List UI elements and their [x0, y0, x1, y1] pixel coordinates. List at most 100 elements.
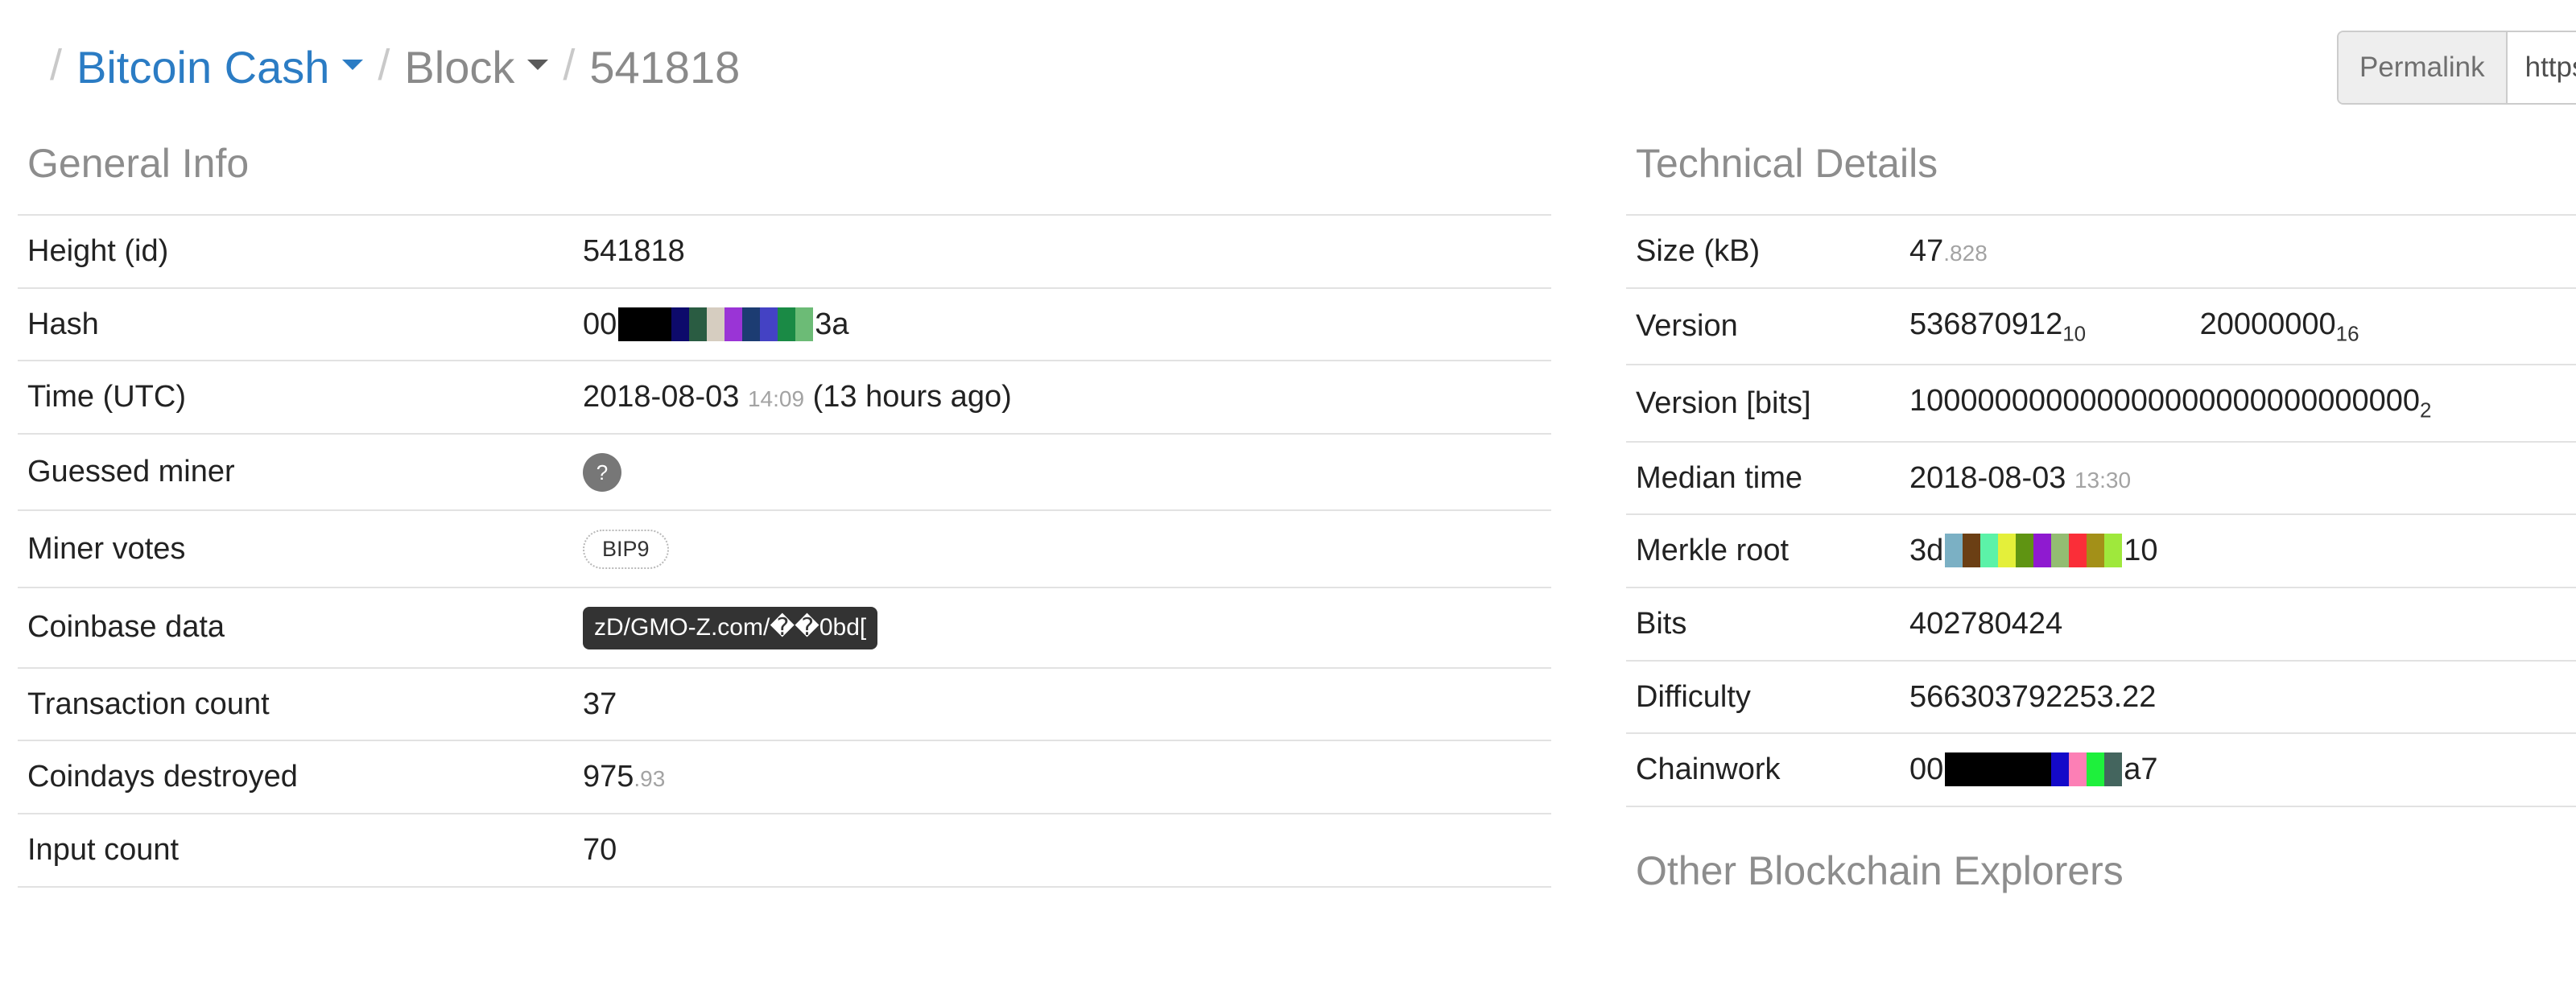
- unknown-miner-badge[interactable]: ?: [583, 453, 621, 492]
- row-label: Chainwork: [1626, 733, 1900, 806]
- row-value-median-time: 2018-08-03 13:30: [1900, 442, 2576, 515]
- merkle-suffix: 10: [2124, 535, 2157, 566]
- chainwork-suffix: a7: [2124, 754, 2157, 785]
- row-value-miner-votes: BIP9: [573, 510, 1551, 588]
- general-info-section: General Info Height (id) 541818 Hash 00 …: [18, 143, 1551, 888]
- table-row: Coindays destroyed 975.93: [18, 740, 1551, 814]
- permalink-button[interactable]: Permalink: [2339, 32, 2508, 103]
- chainwork-visual-strip: [1945, 752, 2122, 786]
- table-row: Height (id) 541818: [18, 215, 1551, 288]
- technical-details-section: Technical Details Size (kB) 47.828 Versi…: [1626, 143, 2576, 921]
- row-value-coindays-destroyed: 975.93: [573, 740, 1551, 814]
- merkle-visual-strip: [1945, 534, 2122, 567]
- breadcrumb-item-bitcoin-cash[interactable]: Bitcoin Cash: [76, 45, 363, 90]
- block-explorer-page: / Bitcoin Cash / Block / 541818 Permalin…: [0, 0, 2576, 1006]
- row-label: Version [bits]: [1626, 365, 1900, 441]
- breadcrumb-current-block-height: 541818: [589, 45, 740, 90]
- other-explorers-title: Other Blockchain Explorers: [1636, 851, 2576, 891]
- breadcrumb-separator-2: /: [378, 43, 390, 92]
- technical-details-title: Technical Details: [1636, 143, 2576, 183]
- table-row: Coinbase data zD/GMO-Z.com/��0bd[: [18, 588, 1551, 668]
- merkle-prefix: 3d: [1909, 535, 1943, 566]
- row-label: Height (id): [18, 215, 573, 288]
- table-row: Miner votes BIP9: [18, 510, 1551, 588]
- row-label: Version: [1626, 288, 1900, 365]
- table-row: Hash 00 3a: [18, 288, 1551, 361]
- table-row: Median time 2018-08-03 13:30: [1626, 442, 2576, 515]
- version-decimal-base: 10: [2062, 321, 2086, 345]
- table-row: Version [bits] 1000000000000000000000000…: [1626, 365, 2576, 441]
- version-decimal: 536870912: [1909, 307, 2062, 341]
- chainwork-prefix: 00: [1909, 754, 1943, 785]
- time-relative: (13 hours ago): [813, 380, 1012, 414]
- size-fraction: .828: [1943, 241, 1988, 266]
- row-value-height: 541818: [573, 215, 1551, 288]
- median-date: 2018-08-03: [1909, 461, 2066, 495]
- breadcrumb-item-block[interactable]: Block: [404, 45, 548, 90]
- permalink-input-group[interactable]: Permalink: [2337, 31, 2576, 105]
- row-value-bits: 402780424: [1900, 588, 2576, 661]
- row-label: Bits: [1626, 588, 1900, 661]
- row-value-hash[interactable]: 00 3a: [573, 288, 1551, 361]
- table-row: Guessed miner ?: [18, 434, 1551, 510]
- row-label: Difficulty: [1626, 661, 1900, 734]
- table-row: Bits 402780424: [1626, 588, 2576, 661]
- chevron-down-icon[interactable]: [527, 60, 548, 70]
- coindays-integer: 975: [583, 760, 634, 794]
- version-bits-base: 2: [2420, 398, 2431, 423]
- size-integer: 47: [1909, 234, 1943, 268]
- row-value-size: 47.828: [1900, 215, 2576, 288]
- permalink-url-input[interactable]: [2508, 32, 2576, 103]
- version-hex: 20000000: [2200, 307, 2336, 341]
- coindays-fraction: .93: [634, 766, 665, 791]
- breadcrumb-separator-3: /: [563, 43, 575, 92]
- table-row: Merkle root 3d 10: [1626, 514, 2576, 588]
- general-info-table: Height (id) 541818 Hash 00 3a Time (UTC): [18, 214, 1551, 888]
- breadcrumb-separator-1: /: [50, 43, 62, 92]
- table-row: Difficulty 566303792253.22: [1626, 661, 2576, 734]
- row-label: Coindays destroyed: [18, 740, 573, 814]
- row-label: Median time: [1626, 442, 1900, 515]
- version-bits: 100000000000000000000000000000: [1909, 384, 2420, 418]
- row-label: Time (UTC): [18, 361, 573, 434]
- table-row: Input count 70: [18, 814, 1551, 887]
- row-value-input-count: 70: [573, 814, 1551, 887]
- breadcrumb-link-label[interactable]: Bitcoin Cash: [76, 45, 329, 90]
- table-row: Version 53687091210 2000000016: [1626, 288, 2576, 365]
- row-label: Coinbase data: [18, 588, 573, 668]
- miner-vote-badge[interactable]: BIP9: [583, 530, 669, 569]
- table-row: Size (kB) 47.828: [1626, 215, 2576, 288]
- row-value-difficulty: 566303792253.22: [1900, 661, 2576, 734]
- general-info-title: General Info: [27, 143, 1551, 183]
- hash-suffix: 3a: [815, 309, 848, 340]
- row-value-merkle-root[interactable]: 3d 10: [1900, 514, 2576, 588]
- breadcrumb: / Bitcoin Cash / Block / 541818: [0, 0, 2576, 135]
- hash-prefix: 00: [583, 309, 617, 340]
- row-value-transaction-count: 37: [573, 668, 1551, 741]
- coinbase-data-badge[interactable]: zD/GMO-Z.com/��0bd[: [583, 607, 877, 649]
- row-value-time: 2018-08-03 14:09 (13 hours ago): [573, 361, 1551, 434]
- median-clock: 13:30: [2074, 468, 2131, 493]
- breadcrumb-block-label[interactable]: Block: [404, 45, 514, 90]
- row-value-version-bits: 1000000000000000000000000000002: [1900, 365, 2576, 441]
- row-value-coinbase-data: zD/GMO-Z.com/��0bd[: [573, 588, 1551, 668]
- row-value-version: 53687091210 2000000016: [1900, 288, 2576, 365]
- technical-details-table: Size (kB) 47.828 Version 53687091210 200…: [1626, 214, 2576, 807]
- table-row: Transaction count 37: [18, 668, 1551, 741]
- row-label: Miner votes: [18, 510, 573, 588]
- row-value-chainwork[interactable]: 00 a7: [1900, 733, 2576, 806]
- hash-visual-strip: [618, 307, 813, 341]
- chevron-down-icon[interactable]: [342, 60, 363, 70]
- row-label: Guessed miner: [18, 434, 573, 510]
- row-label: Hash: [18, 288, 573, 361]
- row-label: Size (kB): [1626, 215, 1900, 288]
- row-value-guessed-miner: ?: [573, 434, 1551, 510]
- time-clock: 14:09: [748, 386, 804, 411]
- row-label: Merkle root: [1626, 514, 1900, 588]
- table-row: Time (UTC) 2018-08-03 14:09 (13 hours ag…: [18, 361, 1551, 434]
- version-hex-base: 16: [2336, 321, 2359, 345]
- row-label: Input count: [18, 814, 573, 887]
- time-date: 2018-08-03: [583, 380, 739, 414]
- table-row: Chainwork 00 a7: [1626, 733, 2576, 806]
- row-label: Transaction count: [18, 668, 573, 741]
